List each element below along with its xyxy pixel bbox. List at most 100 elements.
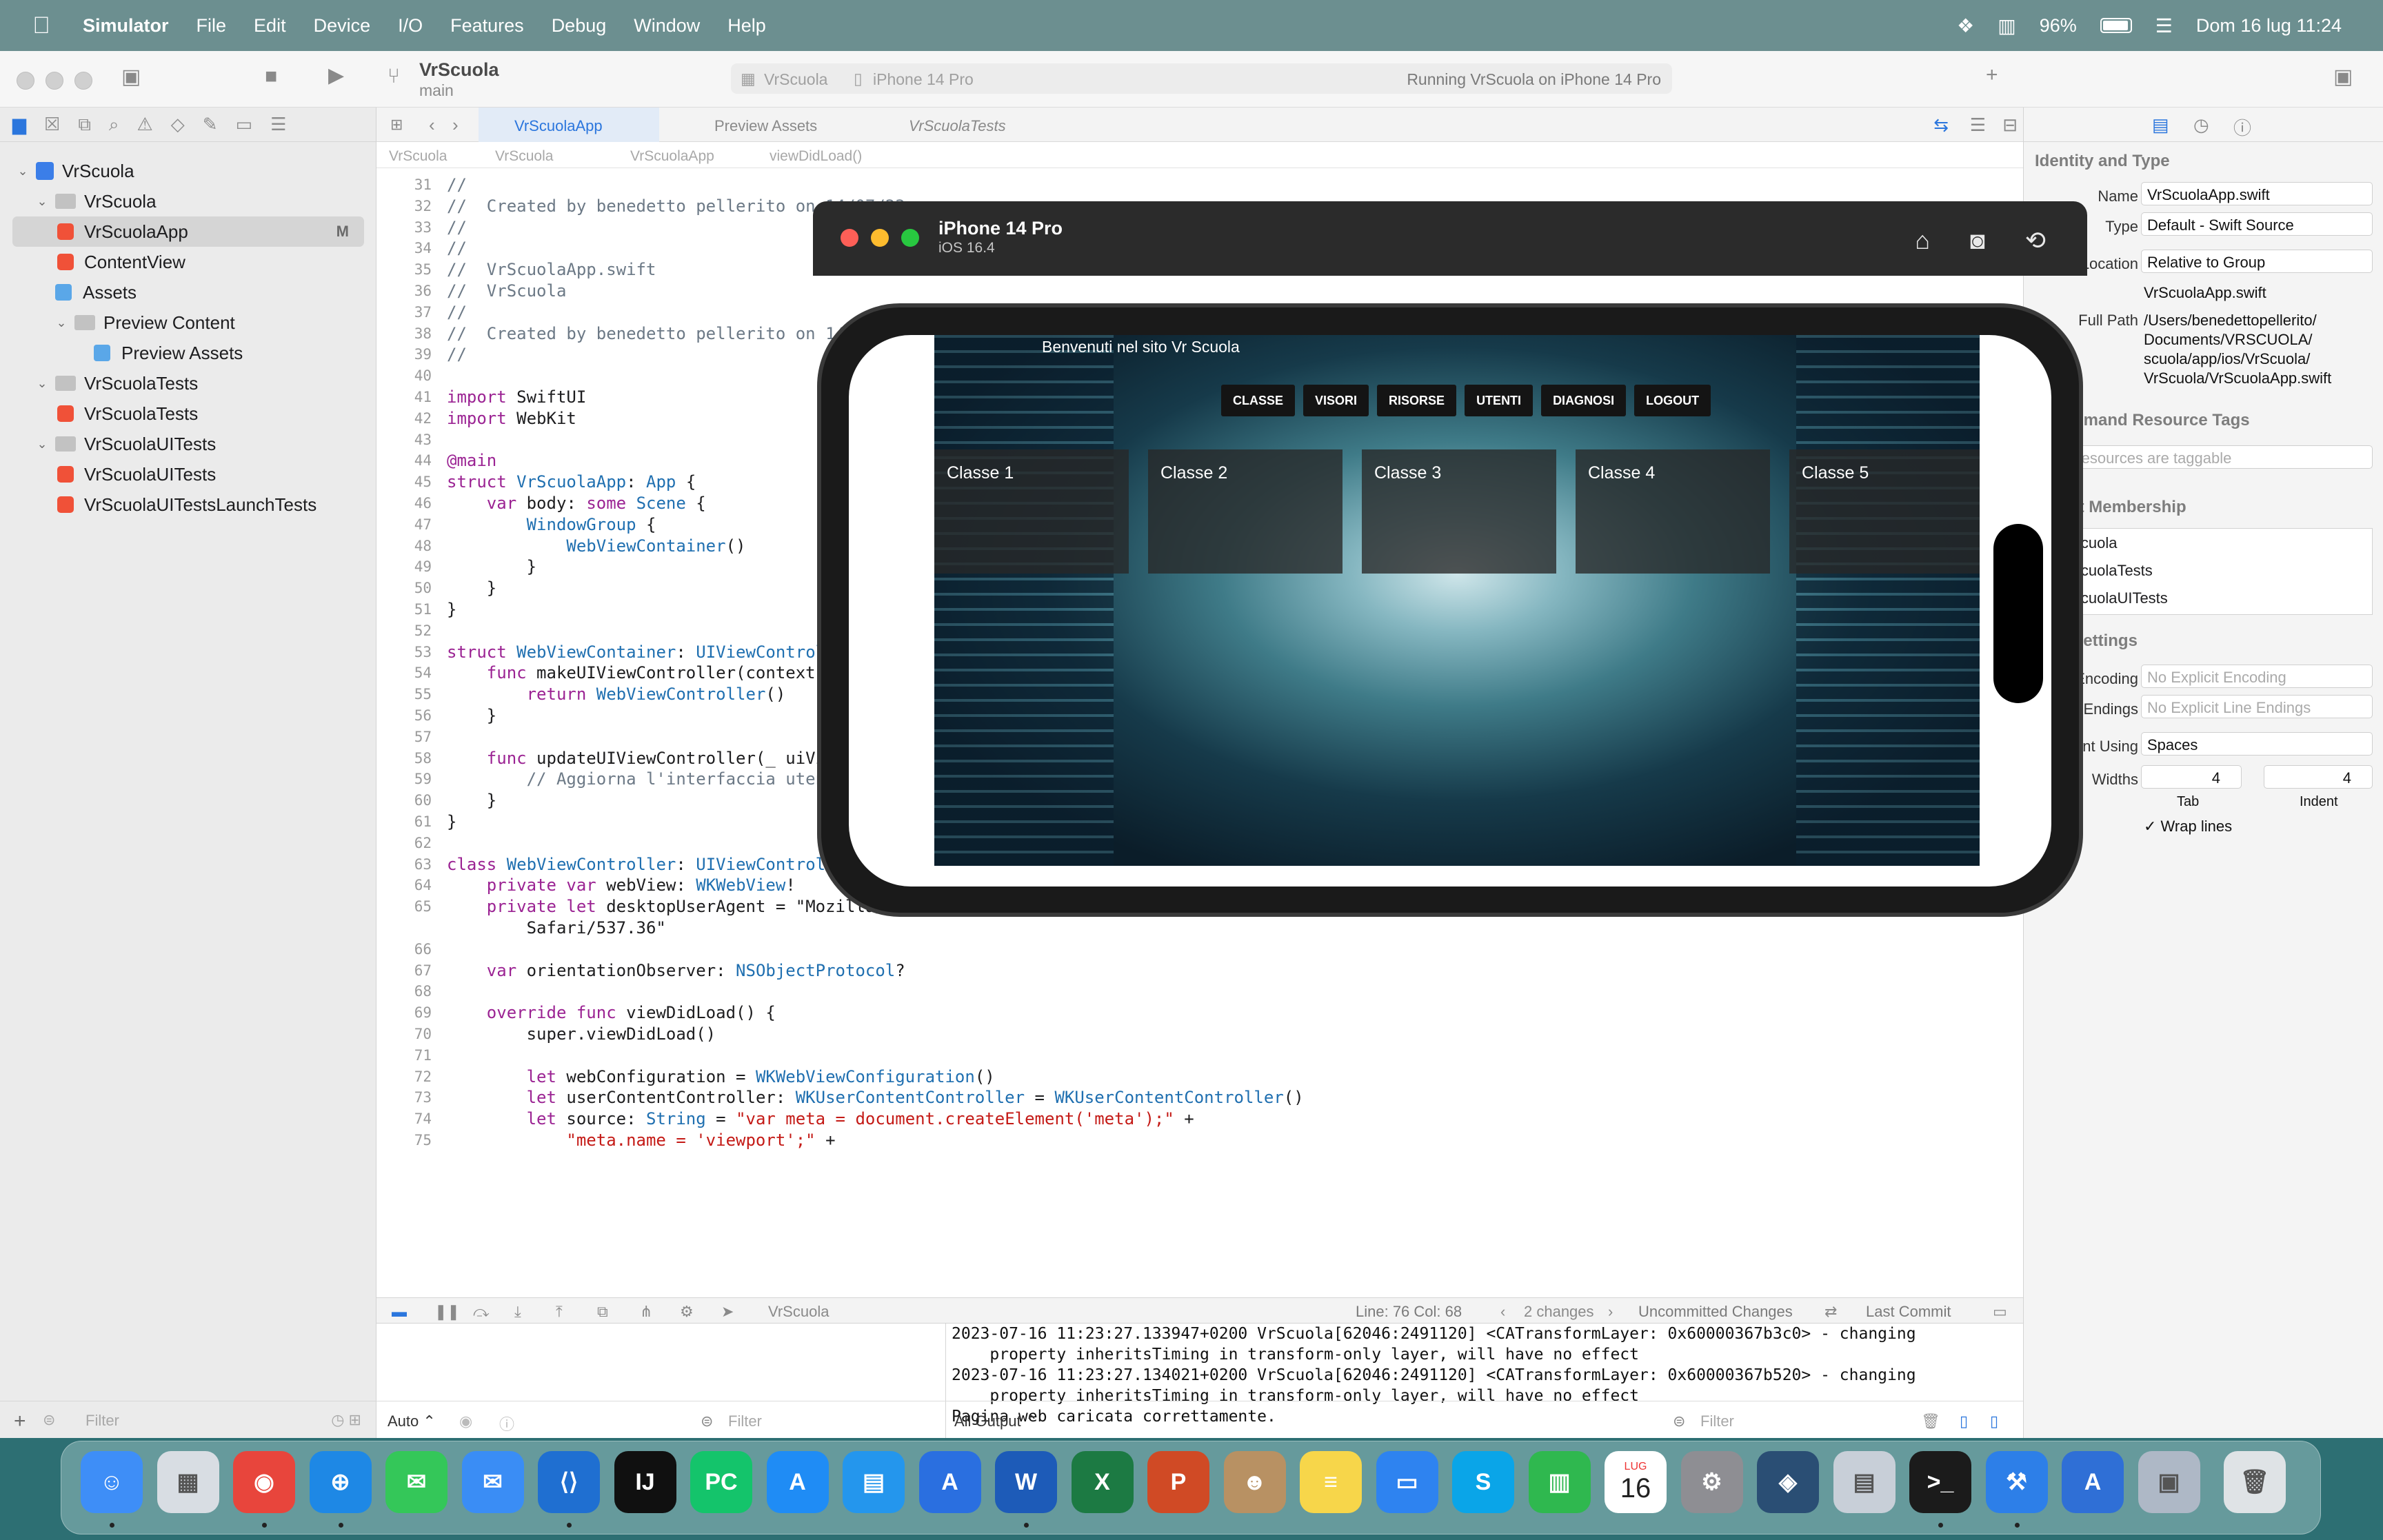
jumpbar-symbol[interactable]: viewDidLoad(): [770, 148, 862, 165]
code-line[interactable]: 68: [376, 980, 2023, 1004]
dock-db-browser-icon[interactable]: ▤: [1833, 1451, 1896, 1513]
dock-xcode-beta-icon[interactable]: A: [2062, 1451, 2124, 1513]
menu-help[interactable]: Help: [727, 15, 766, 37]
tab-preview-assets[interactable]: Preview Assets: [714, 117, 817, 135]
grid-icon[interactable]: ⊞: [390, 116, 403, 134]
minimize-window-button[interactable]: [871, 229, 889, 247]
zoom-window-button[interactable]: [901, 229, 919, 247]
tab-width-stepper[interactable]: 4: [2141, 765, 2242, 789]
tree-item[interactable]: VrScuolaUITestsLaunchTests: [0, 489, 376, 520]
dropbox-icon[interactable]: ❖: [1957, 14, 1974, 37]
filter-icon[interactable]: ⊜: [43, 1411, 55, 1429]
dock-preview-icon[interactable]: ▣: [2138, 1451, 2200, 1513]
dock-chrome-icon[interactable]: ◉: [233, 1451, 295, 1513]
menu-edit[interactable]: Edit: [254, 15, 286, 37]
encoding-select[interactable]: No Explicit Encoding: [2141, 665, 2373, 688]
stop-icon[interactable]: ■: [265, 65, 277, 88]
forward-icon[interactable]: ›: [452, 114, 459, 136]
menu-device[interactable]: Device: [314, 15, 371, 37]
compare-icon[interactable]: ⇄: [1824, 1303, 1837, 1321]
menu-app-name[interactable]: Simulator: [83, 15, 169, 37]
close-window-button[interactable]: [17, 72, 34, 90]
jumpbar-project[interactable]: VrScuola: [389, 148, 447, 165]
location-icon[interactable]: ➤: [721, 1303, 734, 1321]
code-line[interactable]: 31 //: [376, 174, 2023, 197]
uncommitted-changes[interactable]: Uncommitted Changes: [1638, 1303, 1793, 1321]
console-output-select[interactable]: All Output ⌃: [954, 1412, 1038, 1430]
nav-classe-button[interactable]: CLASSE: [1221, 385, 1296, 416]
code-line[interactable]: 75 "meta.name = 'viewport';" +: [376, 1129, 2023, 1153]
rotate-icon[interactable]: ⟲: [2025, 226, 2046, 255]
chevron-down-icon[interactable]: ⌄: [54, 316, 69, 330]
menu-file[interactable]: File: [197, 15, 227, 37]
chevron-down-icon[interactable]: ⌄: [34, 194, 50, 209]
class-card-2[interactable]: Classe 2: [1148, 449, 1343, 574]
class-card-5[interactable]: Classe 5: [1789, 449, 1980, 574]
step-in-icon[interactable]: ⤓: [514, 1303, 521, 1321]
dock-docker-icon[interactable]: ▤: [843, 1451, 905, 1513]
inspector-toggle-icon[interactable]: ▣: [2333, 65, 2353, 89]
symbol-icon[interactable]: ⧉: [78, 114, 91, 136]
home-icon[interactable]: ⌂: [1915, 226, 1930, 255]
jumpbar-folder[interactable]: VrScuola: [495, 148, 553, 165]
code-line[interactable]: 70 super.viewDidLoad(): [376, 1023, 2023, 1046]
nav-utenti-button[interactable]: UTENTI: [1465, 385, 1534, 416]
menu-features[interactable]: Features: [450, 15, 524, 37]
variables-filter-input[interactable]: Filter: [728, 1412, 762, 1430]
web-content[interactable]: Benvenuti nel sito Vr Scuola CLASSE VISO…: [934, 335, 1980, 866]
dock-vscode-icon[interactable]: ⟨⟩: [538, 1451, 600, 1513]
nav-diagnosi-button[interactable]: DIAGNOSI: [1541, 385, 1627, 416]
eye-icon[interactable]: ◉: [459, 1412, 472, 1430]
add-file-icon[interactable]: +: [14, 1410, 26, 1433]
step-out-icon[interactable]: ⤒: [556, 1303, 563, 1321]
tree-item[interactable]: ⌄ VrScuola: [0, 186, 376, 216]
location-select[interactable]: Relative to Group: [2141, 250, 2373, 273]
variables-scope-select[interactable]: Auto ⌃: [388, 1412, 436, 1430]
recent-files-icon[interactable]: ◷ ⊞: [331, 1411, 361, 1429]
code-line[interactable]: 69 override func viewDidLoad() {: [376, 1002, 2023, 1025]
dock-numbers-icon[interactable]: ▥: [1528, 1451, 1591, 1513]
tree-item[interactable]: ContentView: [0, 247, 376, 277]
run-icon[interactable]: ▶: [328, 63, 344, 88]
file-inspector-icon[interactable]: ▤: [2152, 114, 2169, 136]
wrap-lines-checkbox[interactable]: ✓ Wrap lines: [2144, 818, 2232, 835]
memory-graph-icon[interactable]: ⋔: [640, 1303, 652, 1321]
control-center-icon[interactable]: ☰: [2155, 14, 2173, 37]
info-icon[interactable]: ⓘ: [499, 1412, 514, 1435]
tree-item[interactable]: ⌄ Preview Content: [0, 307, 376, 338]
sidebar-toggle-icon[interactable]: ▣: [121, 65, 141, 89]
code-line[interactable]: 73 let userContentController: WKUserCont…: [376, 1086, 2023, 1110]
code-line[interactable]: Safari/537.36": [376, 917, 2023, 940]
menu-io[interactable]: I/O: [398, 15, 423, 37]
add-icon[interactable]: +: [1986, 63, 1998, 87]
changes-count[interactable]: 2 changes: [1524, 1303, 1594, 1321]
tree-item[interactable]: ⌄ VrScuolaTests: [0, 368, 376, 398]
left-pane-icon[interactable]: ▯: [1960, 1412, 1968, 1430]
pause-icon[interactable]: ❚❚: [434, 1303, 460, 1321]
tree-item[interactable]: VrScuolaTests: [0, 398, 376, 429]
minimize-window-button[interactable]: [46, 72, 63, 90]
warning-icon[interactable]: ⚠: [137, 114, 152, 135]
dock-excel-icon[interactable]: X: [1071, 1451, 1134, 1513]
dock-mysql-workbench-icon[interactable]: ◈: [1757, 1451, 1819, 1513]
code-line[interactable]: 67 var orientationObserver: NSObjectProt…: [376, 960, 2023, 983]
split-editor-icon[interactable]: ⊟: [2002, 114, 2018, 136]
nav-visori-button[interactable]: VISORI: [1303, 385, 1369, 416]
dock-keynote-icon[interactable]: ▭: [1376, 1451, 1438, 1513]
debug-icon[interactable]: ✎: [203, 114, 218, 135]
tree-item[interactable]: Preview Assets: [0, 338, 376, 368]
trash-icon[interactable]: 🗑: [1921, 1412, 1940, 1430]
dock-powerpoint-icon[interactable]: P: [1147, 1451, 1209, 1513]
changes-prev-icon[interactable]: ‹: [1500, 1303, 1505, 1321]
tab-vrscuolaapp[interactable]: VrScuolaApp: [514, 117, 603, 135]
battery-icon[interactable]: [2100, 18, 2132, 33]
name-field[interactable]: VrScuolaApp.swift: [2141, 182, 2373, 205]
editor-options-icon[interactable]: ☰: [1970, 114, 1986, 136]
menu-debug[interactable]: Debug: [552, 15, 607, 37]
clock[interactable]: Dom 16 lug 11:24: [2196, 15, 2342, 37]
back-icon[interactable]: ‹: [429, 114, 435, 136]
code-line[interactable]: 36 // VrScuola: [376, 280, 2023, 303]
environment-icon[interactable]: ⚙: [680, 1303, 694, 1321]
tree-item-selected[interactable]: VrScuolaApp M: [12, 216, 364, 247]
step-over-icon[interactable]: ⤼: [473, 1303, 490, 1321]
